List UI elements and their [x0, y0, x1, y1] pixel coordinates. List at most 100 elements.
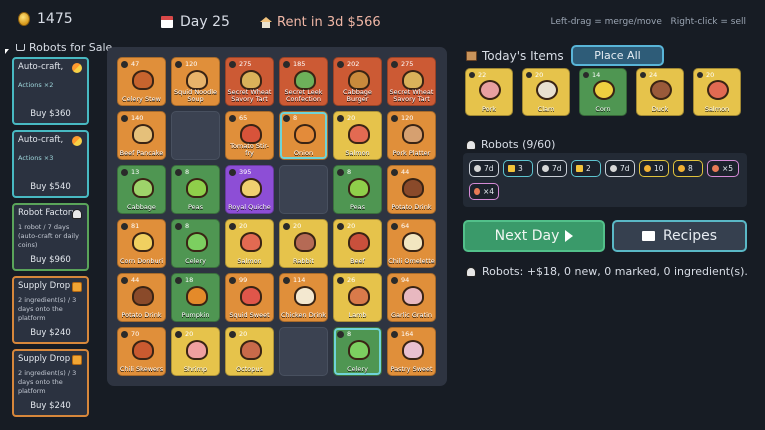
board-tile[interactable]: 8 Peas	[333, 165, 382, 214]
board-tile[interactable]: 275 Secret Wheat Savory Tart	[387, 57, 436, 106]
robot-sale-card[interactable]: Auto-craft, Actions ×2 Buy $360	[12, 57, 89, 125]
tile-value: 18	[185, 276, 194, 284]
board-tile[interactable]: 47 Celery Stew	[117, 57, 166, 106]
food-icon	[294, 286, 316, 306]
tile-value: 395	[239, 168, 252, 176]
coin-icon	[18, 12, 30, 26]
board-tile[interactable]: 26 Lamb	[333, 273, 382, 322]
buy-button[interactable]: Buy $960	[14, 255, 87, 265]
food-icon	[348, 232, 370, 252]
board-tile[interactable]: 395 Royal Quiche	[225, 165, 274, 214]
robot-sale-card[interactable]: Robot Factory 1 robot / 7 days (auto-craf…	[12, 203, 89, 271]
board-tile[interactable]: 8 Celery	[333, 327, 382, 376]
empty-slot[interactable]	[279, 327, 328, 376]
board-tile[interactable]: 44 Potato Drink	[387, 165, 436, 214]
board-tile[interactable]: 8 Onion	[279, 111, 328, 160]
empty-slot[interactable]	[171, 111, 220, 160]
tile-value: 8	[185, 222, 190, 230]
robot-icon	[610, 165, 617, 172]
board-tile[interactable]: 20 Beef	[333, 219, 382, 268]
coin-icon	[175, 169, 182, 176]
place-all-button[interactable]: Place All	[571, 45, 664, 66]
board-tile[interactable]: 65 Tomato Stir-fry	[225, 111, 274, 160]
robot-chip-label: 8	[688, 164, 693, 173]
board-tile[interactable]: 20 Salmon	[225, 219, 274, 268]
board-tile[interactable]: 64 Chili Omelette	[387, 219, 436, 268]
robot-chip-label: 10	[654, 164, 664, 173]
board-tile[interactable]: 20 Shrimp	[171, 327, 220, 376]
sale-card-description: Actions ×3	[18, 154, 54, 162]
tile-name: Peas	[187, 203, 204, 211]
robot-chip[interactable]: 7d	[469, 160, 499, 177]
food-icon	[186, 70, 208, 90]
board-tile[interactable]: 20 Octopus	[225, 327, 274, 376]
board-tile[interactable]: 185 Secret Leek Confection	[279, 57, 328, 106]
board-tile[interactable]: 8 Celery	[171, 219, 220, 268]
robot-icon	[72, 209, 82, 219]
robot-sale-card[interactable]: Auto-craft, Actions ×3 Buy $540	[12, 130, 89, 198]
board-tile[interactable]: 140 Beef Pancake	[117, 111, 166, 160]
robot-chip[interactable]: 3	[503, 160, 533, 177]
coin-icon	[337, 169, 344, 176]
buy-button[interactable]: Buy $240	[14, 328, 87, 338]
robot-chip[interactable]: ×5	[707, 160, 739, 177]
robot-chip[interactable]: 2	[571, 160, 601, 177]
board-tile[interactable]: 275 Secret Wheat Savory Tart	[225, 57, 274, 106]
tile-value: 64	[401, 222, 410, 230]
recipes-button[interactable]: Recipes	[612, 220, 747, 252]
coin-icon	[283, 115, 290, 122]
todays-item-tile[interactable]: 22 Pork	[465, 68, 513, 116]
robots-count-label: Robots (9/60)	[481, 138, 556, 151]
robot-summary: Robots: +$18, 0 new, 0 marked, 0 ingredi…	[466, 265, 748, 278]
board-tile[interactable]: 44 Potato Drink	[117, 273, 166, 322]
board-tile[interactable]: 99 Squid Sweet	[225, 273, 274, 322]
food-icon	[132, 232, 154, 252]
todays-item-tile[interactable]: 14 Corn	[579, 68, 627, 116]
robot-chip-label: 2	[586, 164, 591, 173]
coin-icon	[526, 72, 532, 78]
board-tile[interactable]: 120 Pork Platter	[387, 111, 436, 160]
tile-name: Chicken Drink	[280, 311, 327, 319]
tile-name: Beef Pancake	[119, 149, 164, 157]
tile-value: 8	[185, 168, 190, 176]
coin-icon	[121, 61, 128, 68]
board-tile[interactable]: 20 Rabbit	[279, 219, 328, 268]
board-tile[interactable]: 94 Garlic Gratin	[387, 273, 436, 322]
robot-chip-label: 7d	[552, 164, 562, 173]
todays-item-tile[interactable]: 24 Duck	[636, 68, 684, 116]
robot-chip[interactable]: 8	[673, 160, 703, 177]
board-tile[interactable]: 13 Cabbage	[117, 165, 166, 214]
tile-value: 120	[185, 60, 198, 68]
board-tile[interactable]: 18 Pumpkin	[171, 273, 220, 322]
next-day-button[interactable]: Next Day	[463, 220, 605, 252]
item-value: 20	[535, 71, 544, 79]
sale-card-title: Supply Drop	[18, 354, 71, 364]
buy-button[interactable]: Buy $540	[14, 182, 87, 192]
coin-icon	[337, 331, 344, 338]
robot-chip[interactable]: 7d	[537, 160, 567, 177]
board-tile[interactable]: 20 Salmon	[333, 111, 382, 160]
empty-slot[interactable]	[279, 165, 328, 214]
food-icon	[240, 286, 262, 306]
todays-item-tile[interactable]: 20 Salmon	[693, 68, 741, 116]
robot-sale-card[interactable]: Supply Drop 2 ingredient(s) / 3 days onto…	[12, 349, 89, 417]
drop-icon	[678, 165, 685, 172]
food-icon	[402, 340, 424, 360]
robot-chip[interactable]: ×4	[469, 183, 499, 200]
board-tile[interactable]: 164 Pastry Sweet	[387, 327, 436, 376]
rent-label: Rent in 3d $566	[277, 15, 381, 30]
board-tile[interactable]: 114 Chicken Drink	[279, 273, 328, 322]
food-icon	[348, 178, 370, 198]
board-tile[interactable]: 120 Squid Noodle Soup	[171, 57, 220, 106]
buy-button[interactable]: Buy $360	[14, 109, 87, 119]
buy-button[interactable]: Buy $240	[14, 401, 87, 411]
todays-item-tile[interactable]: 20 Clam	[522, 68, 570, 116]
robot-chip[interactable]: 7d	[605, 160, 635, 177]
board-tile[interactable]: 81 Corn Donburi	[117, 219, 166, 268]
board-tile[interactable]: 8 Peas	[171, 165, 220, 214]
food-icon	[348, 340, 370, 360]
board-tile[interactable]: 70 Chili Skewers	[117, 327, 166, 376]
robot-sale-card[interactable]: Supply Drop 2 ingredient(s) / 3 days onto…	[12, 276, 89, 344]
board-tile[interactable]: 202 Cabbage Burger	[333, 57, 382, 106]
robot-chip[interactable]: 10	[639, 160, 669, 177]
